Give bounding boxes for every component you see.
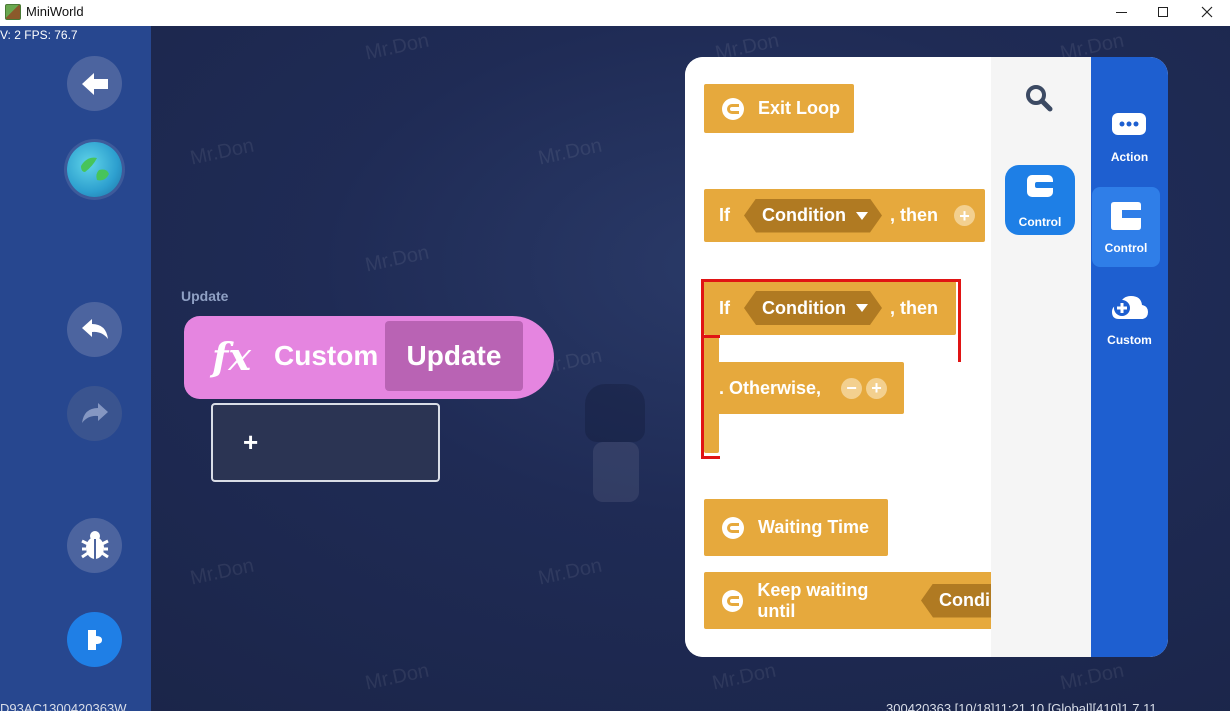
watermark: Mr.Don [363,659,431,695]
keep-waiting-block[interactable]: Keep waiting until Condi [704,572,991,629]
block-label: Keep waiting until [757,579,869,621]
title-bar: MiniWorld [0,0,1230,26]
add-branch-button[interactable]: + [953,205,975,226]
watermark: Mr.Don [188,554,256,590]
condition-label: Condi [939,590,990,610]
globe-button[interactable] [67,142,122,197]
undo-icon [81,318,108,339]
block-palette: Exit Loop If Condition , then + If Condi… [685,57,1168,657]
back-button[interactable] [67,56,122,111]
back-arrow-icon [81,72,108,95]
loop-icon [722,516,744,539]
remove-branch-button[interactable]: − [841,377,863,399]
redo-button[interactable] [67,386,122,441]
window-title: MiniWorld [26,4,84,19]
loop-icon [722,97,744,120]
maximize-icon [1158,7,1168,17]
watermark: Mr.Don [710,659,778,695]
update-caption: Update [181,288,229,304]
minimize-icon [1115,11,1127,13]
then-label: , then [889,205,938,225]
close-button[interactable] [1184,0,1230,24]
puzzle-icon [87,629,102,650]
control-icon [1111,202,1141,230]
function-name-field[interactable]: Update [385,321,523,391]
if-then-block[interactable]: If Condition , then + [704,189,985,242]
debug-button[interactable] [67,518,122,573]
control-icon [1027,175,1053,197]
plus-icon: + [243,427,259,457]
add-branch-button[interactable]: + [866,377,888,399]
redo-icon [81,402,108,423]
add-statement-slot[interactable]: + [211,403,440,482]
bug-icon [80,530,109,559]
chat-bubble-icon [1112,113,1146,135]
watermark: Mr.Don [536,134,604,170]
category-sidebar: Action Control Custom [1091,57,1168,657]
category-label: Action [1110,150,1149,164]
condition-dropdown[interactable]: Condi [921,584,991,618]
left-toolbar [0,26,151,711]
category-action[interactable]: Action [1091,101,1168,181]
chevron-down-icon [856,212,868,220]
custom-label: Custom [274,340,379,371]
device-id-text: D93AC1300420363W [0,701,127,711]
watermark: Mr.Don [363,29,431,65]
watermark: Mr.Don [536,554,604,590]
fps-readout: V: 2 FPS: 76.7 [0,28,78,42]
app-icon [5,4,21,20]
highlight-annotation [701,279,961,338]
version-info-text: 300420363 [10/18]11:21.10 [Global][410]1… [886,701,1157,711]
maximize-button[interactable] [1140,0,1186,24]
minimize-button[interactable] [1098,0,1144,24]
block-label: Exit Loop [758,98,840,118]
watermark: Mr.Don [363,241,431,277]
category-label: Control [1104,241,1148,255]
palette-shortcuts [991,57,1091,657]
fx-icon: fx [212,334,252,379]
condition-dropdown[interactable]: Condition [744,199,882,233]
block-label: Waiting Time [758,517,870,537]
otherwise-row[interactable]: . Otherwise, − + [704,362,904,414]
if-label: If [719,205,730,225]
loop-icon [722,589,744,612]
watermark: Mr.Don [188,134,256,170]
otherwise-label: . Otherwise, [719,377,822,398]
game-viewport: Mr.Don Mr.Don Mr.Don Mr.Don Mr.Don Mr.Do… [0,26,1230,711]
close-icon [1201,6,1213,18]
category-label: Custom [1107,333,1152,347]
add-cloud-icon [1112,296,1148,319]
watermark: Mr.Don [1058,659,1126,695]
control-shortcut-tile[interactable]: Control [1005,165,1075,235]
character-silhouette [575,384,657,502]
highlight-annotation [717,335,961,362]
category-custom[interactable]: Custom [1091,283,1168,363]
condition-label: Condition [762,205,846,225]
globe-icon [80,157,109,180]
puzzle-button[interactable] [67,612,122,667]
tile-label: Control [1018,215,1062,229]
exit-loop-block[interactable]: Exit Loop [704,84,854,133]
custom-function-block[interactable]: fx Custom Update [184,316,554,399]
search-icon[interactable] [1024,83,1054,113]
category-control[interactable]: Control [1092,187,1160,267]
waiting-time-block[interactable]: Waiting Time [704,499,888,556]
undo-button[interactable] [67,302,122,357]
